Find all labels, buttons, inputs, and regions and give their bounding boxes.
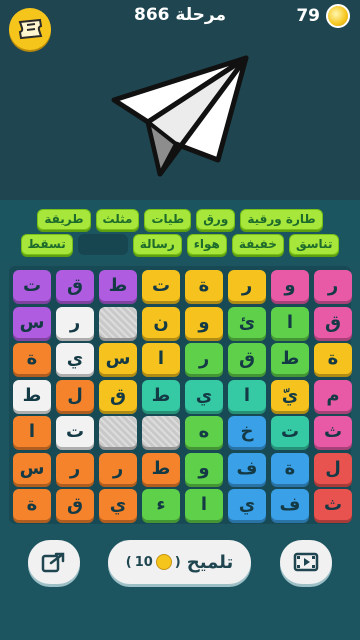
level-label: مرحلة xyxy=(175,5,227,25)
coin-balance[interactable]: 79 xyxy=(296,4,350,28)
letter-tile[interactable]: ق xyxy=(56,270,94,301)
empty-tile xyxy=(142,416,180,447)
letter-tile[interactable]: ا xyxy=(185,489,223,520)
letter-tile[interactable]: ط xyxy=(142,379,180,411)
empty-tile xyxy=(99,306,137,338)
letter-tile[interactable]: ق xyxy=(314,306,352,338)
letter-tile[interactable]: ث xyxy=(314,489,352,520)
coin-icon xyxy=(326,4,350,28)
video-reward-button[interactable] xyxy=(280,540,332,584)
letter-tile[interactable]: م xyxy=(314,379,352,411)
letter-tile[interactable]: ر xyxy=(185,343,223,374)
coin-count: 79 xyxy=(296,6,320,26)
letter-tile[interactable]: ت xyxy=(271,416,309,447)
letter-tile[interactable]: ف xyxy=(271,489,309,520)
letter-tile[interactable]: ن xyxy=(142,306,180,338)
letter-tile[interactable]: ي xyxy=(185,379,223,411)
letter-tile[interactable]: ة xyxy=(271,452,309,484)
letter-tile[interactable]: ة xyxy=(314,343,352,374)
answer-word[interactable]: طارة ورقية xyxy=(240,209,323,230)
level-number: 866 xyxy=(133,5,170,25)
letter-tile[interactable]: ئ xyxy=(228,306,266,338)
letter-tile[interactable]: ث xyxy=(314,416,352,447)
answer-word[interactable]: رسالة xyxy=(132,234,182,255)
answer-word[interactable]: تناسق xyxy=(288,234,340,255)
letter-tile[interactable]: ر xyxy=(56,306,94,338)
letter-tile[interactable]: ا xyxy=(13,416,51,447)
letter-tile[interactable]: ق xyxy=(228,343,266,374)
letter-tile[interactable]: و xyxy=(185,306,223,338)
answer-row-1: طارة ورقية ورق طيات مثلث طريقة xyxy=(0,209,360,230)
letter-tile[interactable]: س xyxy=(99,343,137,374)
letter-tile[interactable]: ي xyxy=(228,489,266,520)
letter-tile[interactable]: ل xyxy=(314,452,352,484)
letter-tile[interactable]: ا xyxy=(142,343,180,374)
letter-tile[interactable]: ة xyxy=(13,489,51,520)
letter-tile[interactable]: ق xyxy=(56,489,94,520)
letter-tile[interactable]: ت xyxy=(142,270,180,301)
letter-tile[interactable]: ت xyxy=(56,416,94,447)
letter-tile[interactable]: ة xyxy=(185,270,223,301)
letter-tile[interactable]: ة xyxy=(13,343,51,374)
letter-tile[interactable]: ر xyxy=(228,270,266,301)
hint-cost-value: 10 xyxy=(134,554,153,570)
answer-word[interactable]: مثلث xyxy=(95,209,140,230)
letter-tile[interactable]: ف xyxy=(228,452,266,484)
letter-tile[interactable]: ه xyxy=(185,416,223,447)
letter-tile[interactable]: ل xyxy=(56,379,94,411)
answer-word-unsolved xyxy=(77,234,128,255)
letter-tile[interactable]: ء xyxy=(142,489,180,520)
letter-tile[interactable]: ت xyxy=(13,270,51,301)
answer-word[interactable]: تسقط xyxy=(20,234,73,255)
answer-word[interactable]: طيات xyxy=(144,209,192,230)
letter-tile[interactable]: ط xyxy=(13,379,51,411)
hint-cost: ( 10 ) xyxy=(125,554,181,570)
letter-grid: ر و ر ة ت ط ق ت ق ا ئ و ن ر س ة ط ق ر ا س ي ة م يّ ا ي ط ق ل ط ث ت خ ه ت ا ل ة… xyxy=(9,266,352,524)
letter-tile[interactable]: ا xyxy=(271,306,309,338)
paper-plane-image xyxy=(111,55,249,177)
share-button[interactable] xyxy=(28,540,80,584)
answer-word[interactable]: هواء xyxy=(186,234,227,255)
letter-tile[interactable]: ق xyxy=(99,379,137,411)
top-bar: 866 مرحلة 79 xyxy=(0,0,360,50)
video-icon xyxy=(293,552,319,572)
letter-tile[interactable]: س xyxy=(13,306,51,338)
answer-row-2: تناسق خفيفة هواء رسالة تسقط xyxy=(0,234,360,255)
answer-word[interactable]: طريقة xyxy=(37,209,91,230)
share-icon xyxy=(41,552,65,573)
answer-word[interactable]: خفيفة xyxy=(231,234,284,255)
letter-tile[interactable]: و xyxy=(185,452,223,484)
letter-tile[interactable]: ي xyxy=(56,343,94,374)
letter-tile[interactable]: ي xyxy=(99,489,137,520)
letter-tile[interactable]: و xyxy=(271,270,309,301)
answer-word[interactable]: ورق xyxy=(196,209,236,230)
puzzle-area: 866 مرحلة 79 xyxy=(0,0,360,200)
letter-tile[interactable]: ط xyxy=(99,270,137,301)
letter-tile[interactable]: ا xyxy=(228,379,266,411)
letter-tile[interactable]: ر xyxy=(56,452,94,484)
letter-tile[interactable]: ط xyxy=(142,452,180,484)
bottom-toolbar: ( 10 ) تلميح xyxy=(0,530,360,640)
letter-tile[interactable]: ر xyxy=(99,452,137,484)
answer-words: طارة ورقية ورق طيات مثلث طريقة تناسق خفي… xyxy=(0,200,360,262)
coin-icon xyxy=(155,554,172,570)
empty-tile xyxy=(99,416,137,447)
letter-tile[interactable]: ط xyxy=(271,343,309,374)
hint-button[interactable]: ( 10 ) تلميح xyxy=(108,540,251,584)
letter-tile[interactable]: ر xyxy=(314,270,352,301)
letter-tile[interactable]: س xyxy=(13,452,51,484)
letter-tile[interactable]: خ xyxy=(228,416,266,447)
letter-tile[interactable]: يّ xyxy=(271,379,309,411)
hint-label: تلميح xyxy=(186,551,234,573)
